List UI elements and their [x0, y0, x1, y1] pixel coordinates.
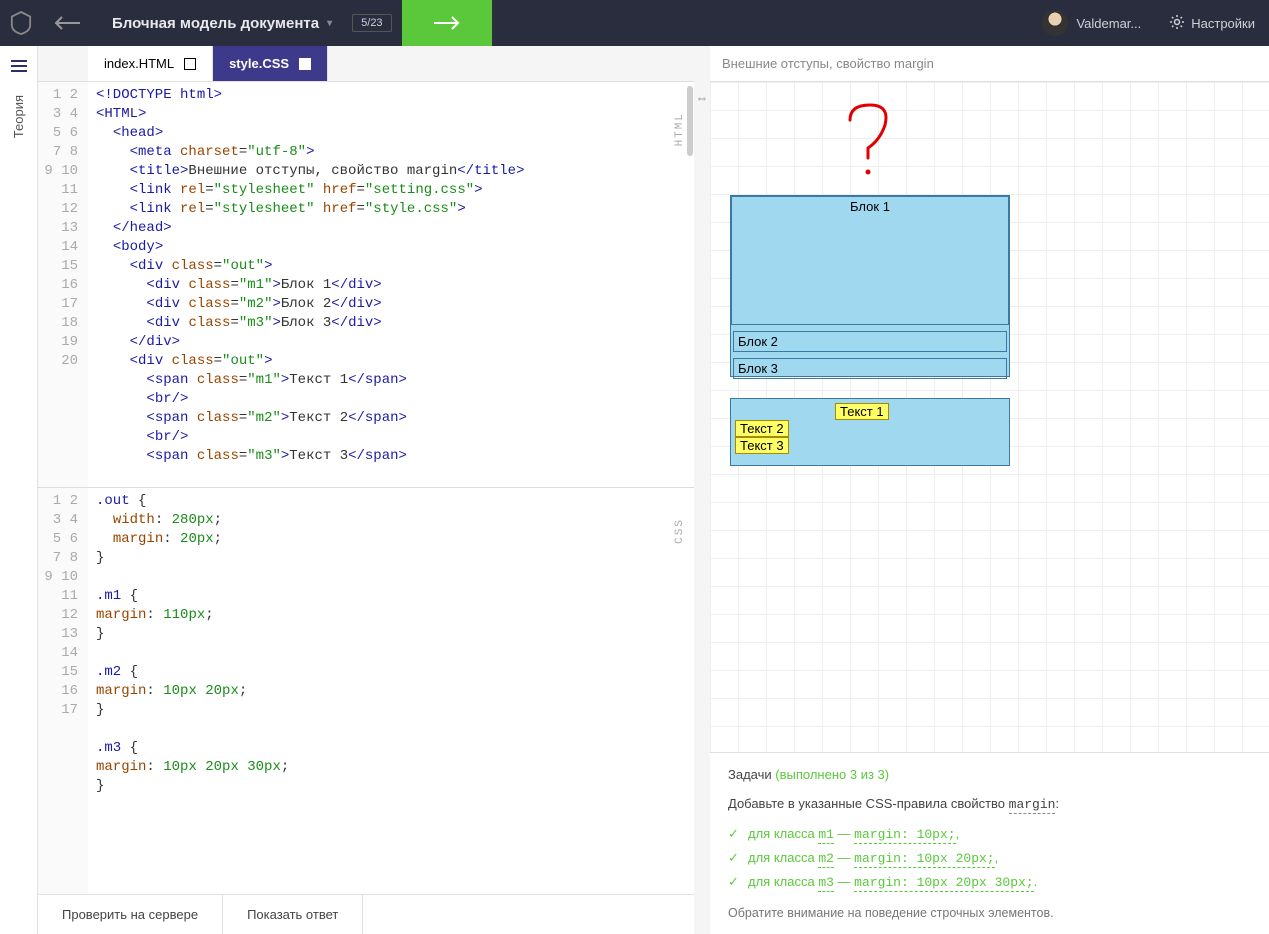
scrollbar[interactable] — [686, 82, 694, 487]
show-answer-button[interactable]: Показать ответ — [223, 895, 363, 934]
tasks-progress: (выполнено 3 из 3) — [775, 767, 889, 782]
preview-text-2: Текст 2 — [735, 420, 789, 437]
preview-block-1: Блок 1 — [731, 196, 1009, 325]
tab-style-css[interactable]: style.CSS — [213, 46, 328, 81]
lesson-title-dropdown[interactable]: Блочная модель документа ▾ — [92, 15, 352, 32]
preview-out-2: Текст 1 Текст 2 Текст 3 — [730, 398, 1010, 466]
task-description: Добавьте в указанные CSS-правила свойств… — [728, 796, 1251, 812]
code-content-html[interactable]: <!DOCTYPE html> <HTML> <head> <meta char… — [88, 82, 694, 487]
menu-toggle[interactable] — [11, 60, 27, 75]
preview-text-3: Текст 3 — [735, 437, 789, 454]
css-pane-label: CSS — [671, 518, 690, 544]
step-counter: 5/23 — [352, 14, 391, 32]
preview-body: Блок 1 Блок 2 Блок 3 Текст 1 Текст 2 Тек… — [710, 82, 1269, 752]
preview-block-3: Блок 3 — [733, 358, 1007, 379]
preview-block-2: Блок 2 — [733, 331, 1007, 352]
layout-icon — [184, 58, 196, 70]
preview-text-1: Текст 1 — [835, 403, 889, 420]
html-editor[interactable]: 1 2 3 4 5 6 7 8 9 10 11 12 13 14 15 16 1… — [38, 82, 694, 488]
task-item: для класса m1 — margin: 10px;, — [728, 822, 1251, 846]
theory-sidebar: Теория — [0, 46, 38, 934]
lesson-title-text: Блочная модель документа — [112, 15, 319, 32]
css-editor[interactable]: 1 2 3 4 5 6 7 8 9 10 11 12 13 14 15 16 1… — [38, 488, 694, 894]
task-item: для класса m3 — margin: 10px 20px 30px;. — [728, 870, 1251, 894]
task-note: Обратите внимание на поведение строчных … — [728, 906, 1251, 920]
settings-button[interactable]: Настройки — [1155, 14, 1269, 33]
tasks-heading: Задачи — [728, 767, 772, 782]
question-mark-annotation — [840, 100, 900, 190]
editor-footer: Проверить на сервере Показать ответ — [38, 894, 694, 934]
logo[interactable] — [0, 0, 42, 46]
nav-back[interactable] — [42, 0, 92, 46]
file-tabs: index.HTML style.CSS — [38, 46, 694, 82]
username: Valdemar... — [1076, 16, 1141, 31]
line-gutter: 1 2 3 4 5 6 7 8 9 10 11 12 13 14 15 16 1… — [38, 488, 88, 894]
task-item: для класса m2 — margin: 10px 20px;, — [728, 846, 1251, 870]
settings-label: Настройки — [1191, 16, 1255, 31]
preview-title: Внешние отступы, свойство margin — [710, 46, 1269, 82]
nav-next[interactable] — [402, 0, 492, 46]
topbar: Блочная модель документа ▾ 5/23 Valdemar… — [0, 0, 1269, 46]
code-content-css[interactable]: .out { width: 280px; margin: 20px; } .m1… — [88, 488, 694, 894]
check-server-button[interactable]: Проверить на сервере — [38, 895, 223, 934]
avatar — [1042, 10, 1068, 36]
layout-icon — [299, 58, 311, 70]
tab-index-html[interactable]: index.HTML — [88, 46, 213, 81]
line-gutter: 1 2 3 4 5 6 7 8 9 10 11 12 13 14 15 16 1… — [38, 82, 88, 487]
theory-tab-label[interactable]: Теория — [11, 95, 26, 138]
tasks-panel: Задачи (выполнено 3 из 3) Добавьте в ука… — [710, 752, 1269, 934]
editor-pane: index.HTML style.CSS 1 2 3 4 5 6 7 8 9 1… — [38, 46, 694, 934]
preview-out-1: Блок 1 Блок 2 Блок 3 — [730, 195, 1010, 377]
preview-pane: Внешние отступы, свойство margin Блок 1 … — [710, 46, 1269, 934]
resize-handle[interactable]: ⇔ — [694, 46, 710, 934]
gear-icon — [1169, 14, 1185, 33]
chevron-down-icon: ▾ — [327, 18, 332, 29]
user-menu[interactable]: Valdemar... — [1028, 10, 1155, 36]
